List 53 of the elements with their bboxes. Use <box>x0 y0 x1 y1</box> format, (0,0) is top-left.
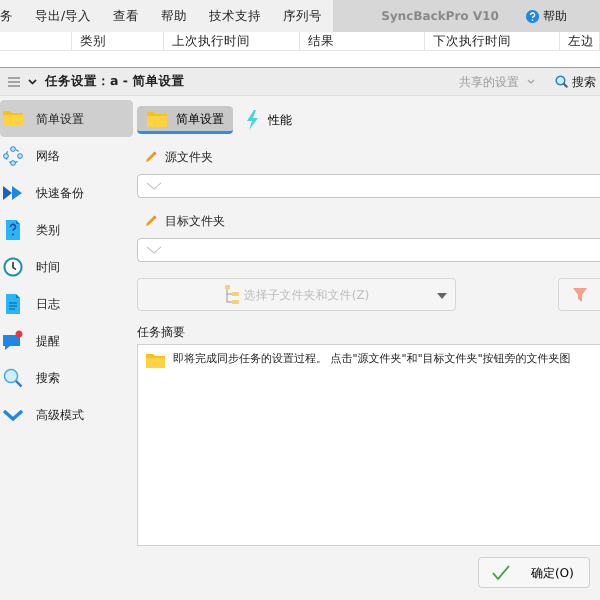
menu-item[interactable]: 序列号 <box>272 6 334 26</box>
network-icon <box>2 144 24 166</box>
filter-icon <box>573 288 587 302</box>
chevron-down-icon <box>146 182 162 190</box>
help-icon <box>526 10 539 22</box>
section-label: 任务摘要 <box>137 324 186 341</box>
folder-combo-box[interactable] <box>137 174 600 198</box>
menu-item[interactable]: 查看 <box>102 6 150 26</box>
field-label: 源文件夹 <box>145 148 600 166</box>
pencil-icon <box>145 151 157 163</box>
column-header[interactable]: 左边 <box>560 32 600 50</box>
menu-item[interactable]: 务 <box>0 6 24 26</box>
sidebar-item[interactable]: 网络 <box>0 137 133 174</box>
column-header[interactable]: 下次执行时间 <box>425 32 560 50</box>
dialog-title: 任务设置：a - 简单设置 <box>45 72 184 90</box>
app-title: SyncBackPro V10 <box>381 8 499 25</box>
pencil-icon <box>145 215 157 227</box>
sidebar-item[interactable]: 快速备份 <box>0 174 133 211</box>
chat-bubble-icon <box>2 330 24 352</box>
menu-icon <box>8 76 20 86</box>
column-header[interactable]: 类别 <box>72 32 164 50</box>
tab[interactable]: 性能 <box>237 107 301 133</box>
column-header[interactable]: 上次执行时间 <box>164 32 300 50</box>
ok-button[interactable]: 确定(O) <box>478 557 590 588</box>
sidebar-item[interactable]: 提醒 <box>0 322 133 359</box>
sidebar-item[interactable]: 简单设置 <box>0 100 133 137</box>
chevron-down-icon <box>28 78 37 84</box>
sidebar-item[interactable]: 日志 <box>0 285 133 322</box>
folder-icon <box>146 109 168 128</box>
sidebar-item[interactable]: 高级模式 <box>0 396 133 433</box>
menu-item[interactable]: 技术支持 <box>198 6 272 26</box>
chevron-down-icon <box>527 79 535 84</box>
sidebar-item[interactable]: 类别 <box>0 211 133 248</box>
summary-text: 即将完成同步任务的设置过程。 点击"源文件夹"和"目标文件夹"按钮旁的文件夹图 <box>173 351 571 368</box>
chevron-down-icon <box>146 246 162 254</box>
folder-icon <box>145 351 165 368</box>
field-label: 目标文件夹 <box>145 212 600 230</box>
column-header[interactable]: 结果 <box>300 32 425 50</box>
menu-item[interactable]: 帮助 <box>150 6 198 26</box>
search-icon <box>2 366 24 388</box>
folder-combo-box[interactable] <box>137 238 600 262</box>
help-link[interactable]: 帮助 <box>526 7 567 25</box>
filter-button[interactable] <box>558 278 600 311</box>
lightning-icon <box>246 110 260 130</box>
checkmark-icon <box>491 564 511 580</box>
menu-item[interactable]: 导出/导入 <box>24 6 102 26</box>
tab[interactable]: 简单设置 <box>137 106 233 134</box>
search-icon <box>555 75 568 88</box>
clock-icon <box>2 256 24 278</box>
sidebar-item[interactable]: 时间 <box>0 248 133 285</box>
sidebar-item[interactable]: 搜索 <box>0 359 133 396</box>
search-button[interactable]: 搜索 <box>555 72 596 90</box>
caret-down-icon <box>437 293 447 299</box>
